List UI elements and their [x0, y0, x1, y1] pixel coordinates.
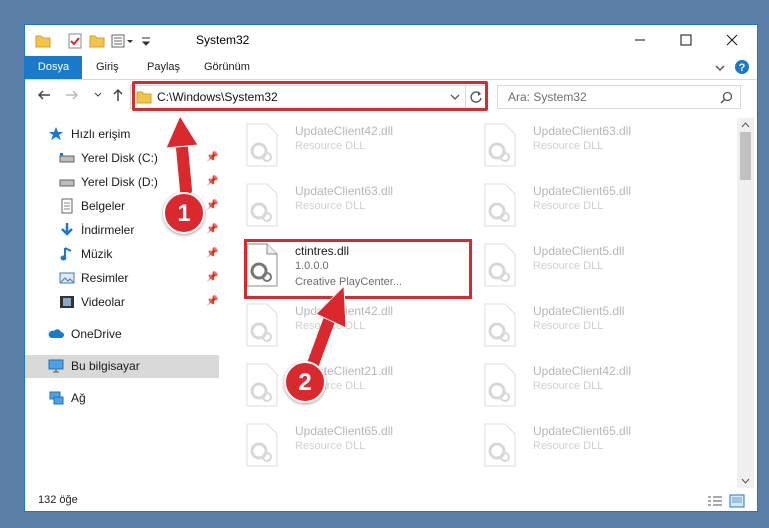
arrow-1	[165, 114, 199, 196]
step-2-badge: 2	[284, 361, 326, 403]
step-1-badge: 1	[163, 192, 205, 234]
annotation-arrows	[165, 114, 347, 378]
arrow-2	[304, 284, 347, 378]
